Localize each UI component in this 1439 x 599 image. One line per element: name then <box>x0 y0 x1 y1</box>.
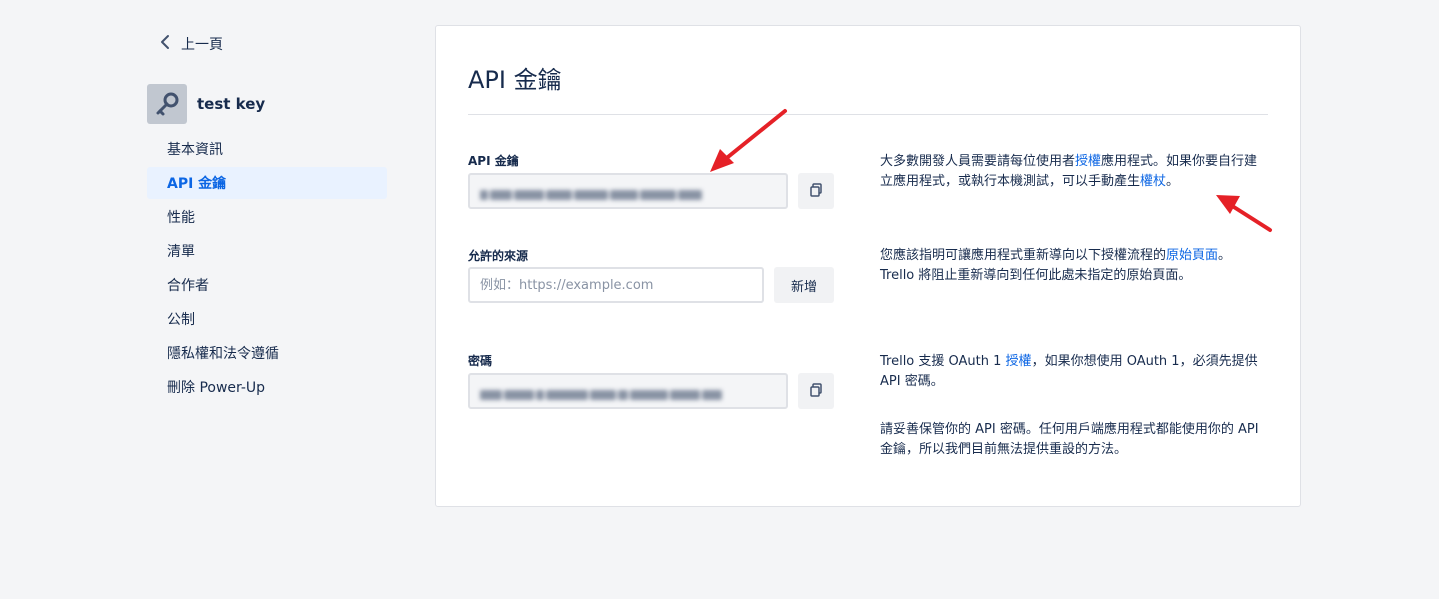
api-key-label: API 金鑰 <box>468 154 519 168</box>
sidebar-item-basic-info[interactable]: 基本資訊 <box>147 133 387 165</box>
secret-label: 密碼 <box>468 354 493 368</box>
back-label: 上一頁 <box>181 37 223 53</box>
allowed-origins-help: 您應該指明可讓應用程式重新導向以下授權流程的原始頁面。Trello 將阻止重新導… <box>880 246 1264 286</box>
sidebar-nav: 基本資訊 API 金鑰 性能 清單 合作者 公制 隱私權和法令遵循 刪除 Pow… <box>147 133 387 405</box>
secret-help-text: Trello 支援 OAuth 1 <box>880 354 1006 369</box>
token-link[interactable]: 權杖 <box>1140 174 1166 189</box>
chevron-left-icon <box>159 34 171 54</box>
api-key-field[interactable] <box>468 173 788 209</box>
authorize-link[interactable]: 授權 <box>1075 154 1101 169</box>
add-origin-button[interactable]: 新增 <box>774 267 834 303</box>
sidebar-item-privacy-compliance[interactable]: 隱私權和法令遵循 <box>147 337 387 369</box>
back-link[interactable]: 上一頁 <box>159 34 223 54</box>
secret-value-redacted <box>480 384 774 400</box>
allowed-origin-field[interactable] <box>468 267 764 303</box>
app-name: test key <box>197 95 266 113</box>
page-title: API 金鑰 <box>468 66 562 94</box>
api-key-help-text-3: 。 <box>1166 174 1180 189</box>
copy-icon <box>809 182 823 201</box>
api-key-help: 大多數開發人員需要請每位使用者授權應用程式。如果你要自行建立應用程式，或執行本機… <box>880 152 1264 192</box>
origin-link[interactable]: 原始頁面 <box>1166 248 1218 263</box>
allowed-origins-label: 允許的來源 <box>468 249 529 263</box>
key-icon <box>147 84 187 124</box>
sidebar-item-listing[interactable]: 清單 <box>147 235 387 267</box>
secret-help: Trello 支援 OAuth 1 授權，如果你想使用 OAuth 1，必須先提… <box>880 352 1264 392</box>
copy-api-key-button[interactable] <box>798 173 834 209</box>
api-key-help-text: 大多數開發人員需要請每位使用者 <box>880 154 1076 169</box>
api-key-value-redacted <box>480 184 774 200</box>
origins-help-text: 您應該指明可讓應用程式重新導向以下授權流程的 <box>880 248 1167 263</box>
oauth-authorize-link[interactable]: 授權 <box>1006 354 1032 369</box>
sidebar-item-api-key[interactable]: API 金鑰 <box>147 167 387 199</box>
api-key-card: API 金鑰 API 金鑰 大多數開發人員需要請每位使用者授權應用程式。如果你要… <box>435 25 1301 507</box>
copy-icon <box>809 382 823 401</box>
copy-secret-button[interactable] <box>798 373 834 409</box>
sidebar-item-capabilities[interactable]: 性能 <box>147 201 387 233</box>
secret-field[interactable] <box>468 373 788 409</box>
sidebar-item-delete-power-up[interactable]: 刪除 Power-Up <box>147 371 387 403</box>
secret-warning: 請妥善保管你的 API 密碼。任何用戶端應用程式都能使用你的 API 金鑰，所以… <box>880 422 1259 457</box>
divider <box>468 114 1268 115</box>
app-header: test key <box>147 84 265 124</box>
sidebar-item-metrics[interactable]: 公制 <box>147 303 387 335</box>
sidebar-item-collaborators[interactable]: 合作者 <box>147 269 387 301</box>
allowed-origin-input[interactable] <box>470 269 762 301</box>
